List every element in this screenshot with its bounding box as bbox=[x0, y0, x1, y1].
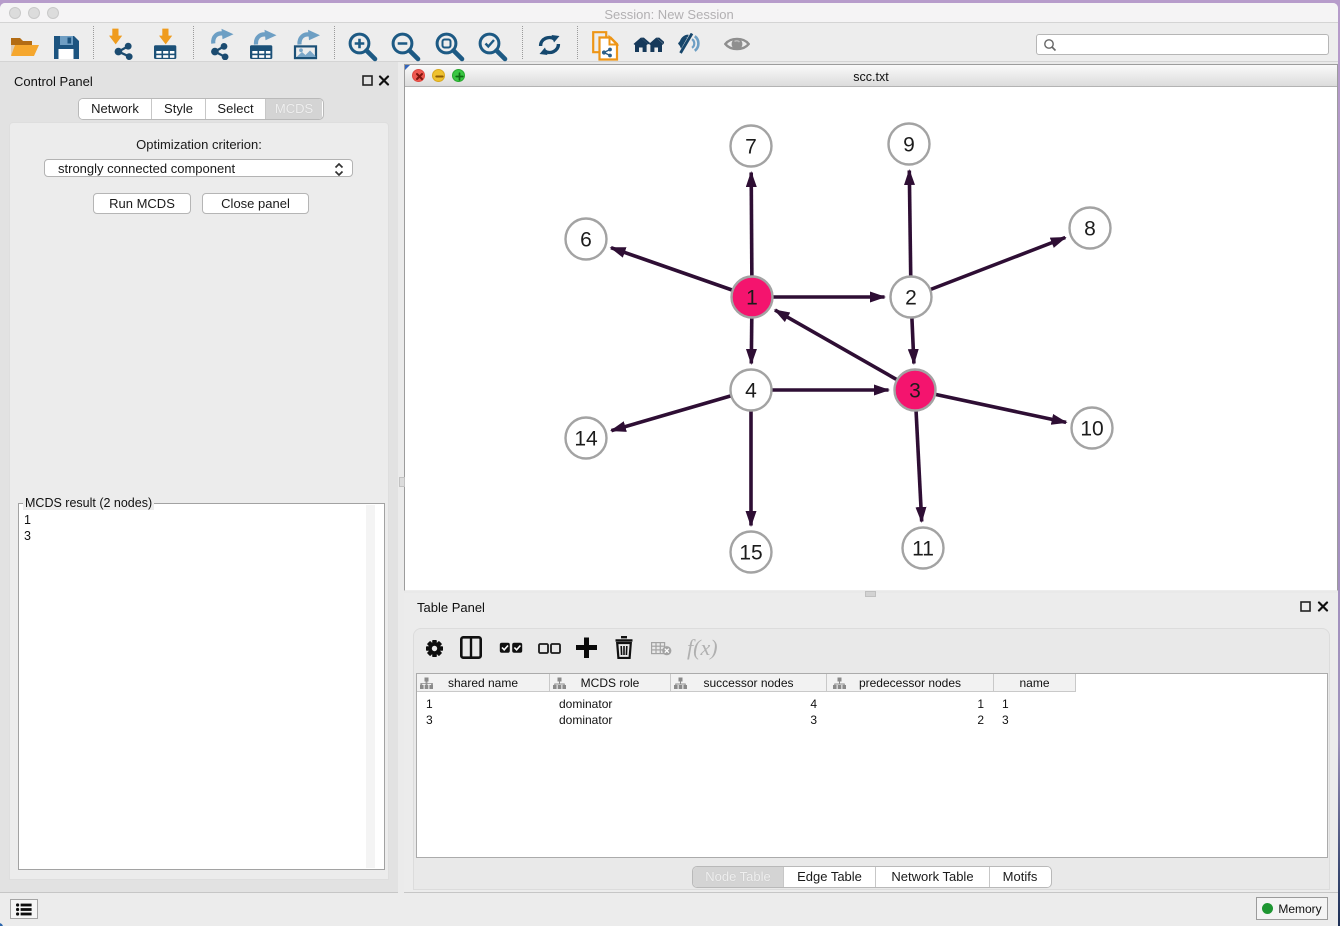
svg-text:7: 7 bbox=[745, 136, 757, 159]
svg-text:1: 1 bbox=[746, 287, 758, 310]
svg-text:8: 8 bbox=[1084, 218, 1096, 241]
svg-text:10: 10 bbox=[1080, 418, 1103, 441]
svg-text:9: 9 bbox=[903, 134, 915, 157]
svg-text:15: 15 bbox=[739, 542, 762, 565]
svg-text:3: 3 bbox=[909, 380, 921, 403]
svg-text:14: 14 bbox=[574, 428, 598, 451]
svg-text:4: 4 bbox=[745, 380, 757, 403]
svg-text:11: 11 bbox=[912, 538, 934, 561]
svg-text:2: 2 bbox=[905, 287, 917, 310]
svg-text:6: 6 bbox=[580, 229, 592, 252]
